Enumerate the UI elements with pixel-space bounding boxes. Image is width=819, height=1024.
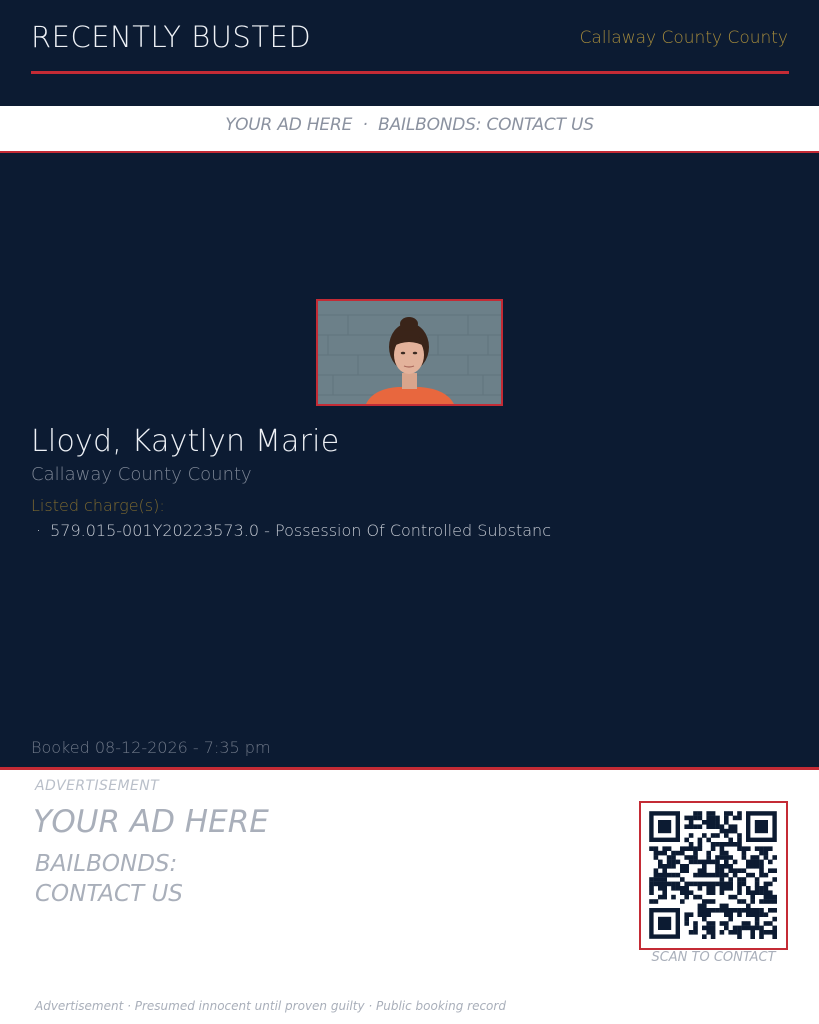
person-county: Callaway County County bbox=[31, 464, 252, 485]
section-divider bbox=[0, 767, 819, 770]
header: RECENTLY BUSTED Callaway County County bbox=[0, 0, 819, 106]
booking-record-card: Lloyd, Kaytlyn Marie Callaway County Cou… bbox=[0, 153, 819, 767]
qr-code-box[interactable] bbox=[639, 801, 788, 950]
top-ad-text: YOUR AD HERE · BAILBONDS: CONTACT US bbox=[225, 115, 594, 135]
list-bullet: · bbox=[36, 521, 42, 540]
charge-list-item: · 579.015-001Y20223573.0 - Possession Of … bbox=[36, 521, 551, 540]
header-county: Callaway County County bbox=[579, 28, 788, 48]
ad-subtext[interactable]: BAILBONDS: CONTACT US bbox=[35, 849, 335, 909]
ad-subtext-line-1: BAILBONDS: bbox=[35, 851, 178, 877]
person-name: Lloyd, Kaytlyn Marie bbox=[31, 424, 340, 459]
booking-timestamp: Booked 08-12-2026 - 7:35 pm bbox=[31, 738, 271, 757]
top-ad-banner[interactable]: YOUR AD HERE · BAILBONDS: CONTACT US bbox=[0, 106, 819, 153]
advertisement-label: ADVERTISEMENT bbox=[35, 778, 160, 794]
charges-label: Listed charge(s): bbox=[31, 496, 165, 515]
site-brand[interactable]: RECENTLY BUSTED bbox=[31, 20, 311, 54]
mugshot-image bbox=[318, 301, 501, 404]
qr-caption: SCAN TO CONTACT bbox=[651, 950, 776, 965]
mugshot-photo bbox=[316, 299, 503, 406]
ad-subtext-line-2: CONTACT US bbox=[35, 881, 183, 907]
charge-text: 579.015-001Y20223573.0 - Possession Of C… bbox=[50, 521, 551, 540]
qr-code-icon bbox=[649, 811, 777, 939]
ad-headline[interactable]: YOUR AD HERE bbox=[33, 804, 269, 840]
header-divider bbox=[31, 71, 789, 74]
footer-disclaimer: Advertisement · Presumed innocent until … bbox=[35, 999, 506, 1013]
